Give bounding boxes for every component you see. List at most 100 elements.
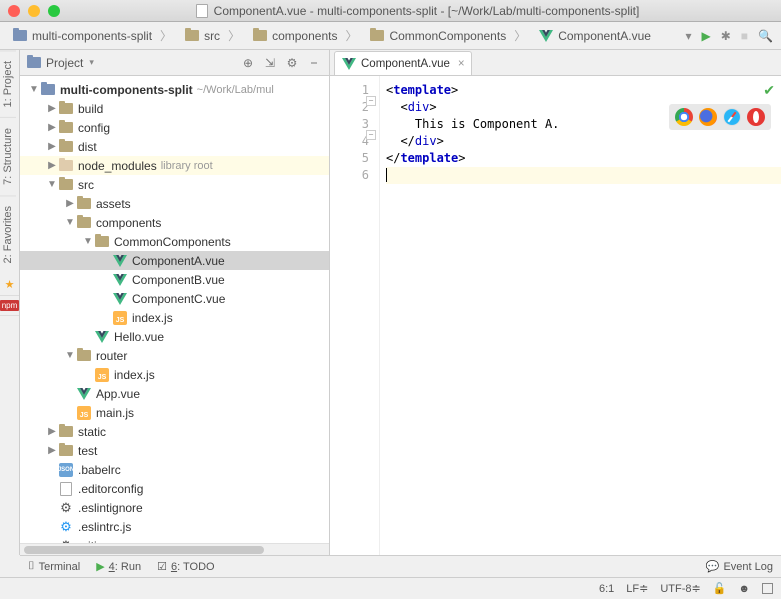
project-tool-tab[interactable]: 1: Project xyxy=(0,50,16,117)
code-line[interactable] xyxy=(386,167,781,184)
editor-area: ComponentA.vue × 123456 <template>− <div… xyxy=(330,50,781,555)
disclosure-triangle[interactable]: ▼ xyxy=(46,179,58,190)
disclosure-triangle[interactable]: ▼ xyxy=(28,84,40,95)
tree-item[interactable]: JSindex.js xyxy=(20,308,329,327)
collapse-all-button[interactable]: ⇲ xyxy=(261,54,279,72)
disclosure-triangle[interactable]: ▼ xyxy=(64,350,76,361)
structure-tool-tab[interactable]: 7: Structure xyxy=(0,117,16,195)
editor-tab-componenta[interactable]: ComponentA.vue × xyxy=(334,51,472,75)
tree-item[interactable]: ▶config xyxy=(20,118,329,137)
safari-icon[interactable] xyxy=(723,108,741,126)
inspection-profile-icon[interactable]: ☻ xyxy=(738,583,750,595)
tree-item[interactable]: ▼multi-components-split~/Work/Lab/mul xyxy=(20,80,329,99)
terminal-icon: ⌷ xyxy=(28,560,35,573)
settings-gear-icon[interactable]: ⚙ xyxy=(283,54,301,72)
run-tool-tab[interactable]: ▶4: Run xyxy=(96,560,141,573)
folder-icon xyxy=(58,101,74,117)
breadcrumb-label: components xyxy=(272,29,337,43)
folder-icon xyxy=(76,215,92,231)
tree-item[interactable]: ⚙.eslintignore xyxy=(20,498,329,517)
disclosure-triangle[interactable]: ▼ xyxy=(64,217,76,228)
toggle-tool-windows-button[interactable] xyxy=(762,583,773,594)
vue-icon xyxy=(94,329,110,345)
tree-item[interactable]: ComponentA.vue xyxy=(20,251,329,270)
stop-button[interactable]: ■ xyxy=(741,29,748,43)
tree-item[interactable]: ▶build xyxy=(20,99,329,118)
tree-item[interactable]: ⚙.gitignore xyxy=(20,536,329,543)
disclosure-triangle[interactable]: ▶ xyxy=(64,198,76,209)
run-button[interactable]: ▶ xyxy=(702,29,711,43)
tree-item[interactable]: ▼src xyxy=(20,175,329,194)
disclosure-triangle[interactable]: ▶ xyxy=(46,426,58,437)
folder-lib-icon xyxy=(58,158,74,174)
tree-item[interactable]: ▶node_moduleslibrary root xyxy=(20,156,329,175)
tree-item[interactable]: ⚙.eslintrc.js xyxy=(20,517,329,536)
opera-icon[interactable] xyxy=(747,108,765,126)
folder-icon xyxy=(252,28,268,44)
tree-item-label: router xyxy=(96,349,127,363)
project-view-dropdown[interactable]: ▾ xyxy=(89,57,94,68)
encoding-selector[interactable]: UTF-8≑ xyxy=(660,582,700,595)
code-line[interactable]: − </div> xyxy=(386,133,781,150)
tree-item[interactable]: ▶assets xyxy=(20,194,329,213)
firefox-icon[interactable] xyxy=(699,108,717,126)
todo-tool-tab[interactable]: ☑6: TODO xyxy=(157,560,215,573)
tree-item[interactable]: Hello.vue xyxy=(20,327,329,346)
tree-item[interactable]: JSindex.js xyxy=(20,365,329,384)
favorites-tool-tab[interactable]: 2: Favorites xyxy=(0,195,16,273)
tree-item[interactable]: ▶test xyxy=(20,441,329,460)
maximize-window-button[interactable] xyxy=(48,5,60,17)
tree-item[interactable]: JSON.babelrc xyxy=(20,460,329,479)
code-line[interactable]: <template> xyxy=(386,82,781,99)
cursor-position[interactable]: 6:1 xyxy=(599,583,614,595)
close-tab-button[interactable]: × xyxy=(458,58,465,70)
disclosure-triangle[interactable]: ▶ xyxy=(46,103,58,114)
folder-icon xyxy=(58,139,74,155)
line-ending-selector[interactable]: LF≑ xyxy=(626,582,648,595)
code-line[interactable]: </template> xyxy=(386,150,781,167)
breadcrumb-item[interactable]: CommonComponents〉 xyxy=(365,25,534,46)
open-in-browser-panel xyxy=(669,104,771,130)
file-icon xyxy=(58,481,74,497)
locate-button[interactable]: ⊕ xyxy=(239,54,257,72)
chrome-icon[interactable] xyxy=(675,108,693,126)
disclosure-triangle[interactable]: ▶ xyxy=(46,122,58,133)
debug-button[interactable]: ✱ xyxy=(721,29,731,43)
project-panel-title: Project xyxy=(46,56,83,70)
breadcrumb-item[interactable]: ComponentA.vue xyxy=(534,26,659,46)
terminal-tool-tab[interactable]: ⌷Terminal xyxy=(28,560,80,573)
disclosure-triangle[interactable]: ▶ xyxy=(46,445,58,456)
tree-item[interactable]: ▼ router xyxy=(20,346,329,365)
code-content[interactable]: <template>− <div> This is Component A.− … xyxy=(380,76,781,555)
tree-item[interactable]: ▶static xyxy=(20,422,329,441)
tree-item[interactable]: ▼components xyxy=(20,213,329,232)
tree-item[interactable]: .editorconfig xyxy=(20,479,329,498)
tree-item[interactable]: ▼CommonComponents xyxy=(20,232,329,251)
tree-item[interactable]: App.vue xyxy=(20,384,329,403)
breadcrumb-item[interactable]: multi-components-split〉 xyxy=(8,25,180,46)
breadcrumb-item[interactable]: src〉 xyxy=(180,25,248,46)
tree-item[interactable]: ComponentB.vue xyxy=(20,270,329,289)
project-tree[interactable]: ▼multi-components-split~/Work/Lab/mul▶bu… xyxy=(20,76,329,543)
event-log-button[interactable]: 💬Event Log xyxy=(706,560,773,573)
disclosure-triangle[interactable]: ▶ xyxy=(46,160,58,171)
breadcrumb-item[interactable]: components〉 xyxy=(248,25,365,46)
run-dropdown-button[interactable]: ▾ xyxy=(685,29,691,43)
tree-item[interactable]: ▶dist xyxy=(20,137,329,156)
disclosure-triangle[interactable]: ▶ xyxy=(46,141,58,152)
fold-toggle[interactable]: − xyxy=(366,130,376,140)
tree-item[interactable]: ComponentC.vue xyxy=(20,289,329,308)
hide-panel-button[interactable]: ⎯ xyxy=(305,54,323,72)
npm-tool-tab[interactable]: npm xyxy=(0,296,19,316)
fold-toggle[interactable]: − xyxy=(366,96,376,106)
text-cursor xyxy=(386,168,387,182)
close-window-button[interactable] xyxy=(8,5,20,17)
minimize-window-button[interactable] xyxy=(28,5,40,17)
tree-item[interactable]: JSmain.js xyxy=(20,403,329,422)
breadcrumb-label: multi-components-split xyxy=(32,29,152,43)
search-everywhere-button[interactable]: 🔍 xyxy=(758,29,773,43)
code-editor[interactable]: 123456 <template>− <div> This is Compone… xyxy=(330,76,781,555)
disclosure-triangle[interactable]: ▼ xyxy=(82,236,94,247)
horizontal-scrollbar[interactable] xyxy=(20,543,329,555)
readonly-lock-icon[interactable]: 🔓 xyxy=(713,582,727,595)
